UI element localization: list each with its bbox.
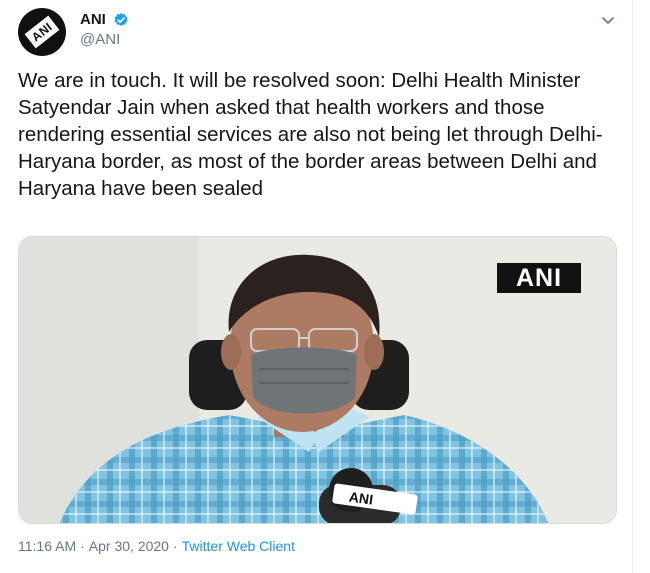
tweet-time[interactable]: 11:16 AM [18,538,76,554]
avatar-logo: ANI [24,15,60,49]
verified-badge-icon [114,13,128,26]
tweet-text: We are in touch. It will be resolved soo… [18,69,603,200]
meta-separator: · [80,538,85,554]
author-handle[interactable]: @ANI [80,31,120,48]
tweet-media-image[interactable]: ANI ANI [18,236,617,524]
tweet-date[interactable]: Apr 30, 2020 [89,538,169,554]
tweet-card: ANI ANI @ANI We are in touch. It will be… [0,0,633,573]
mic-flag-label: ANI [348,488,374,507]
ani-watermark: ANI [497,263,581,293]
chevron-down-icon[interactable] [600,12,616,28]
tweet-meta: 11:16 AM · Apr 30, 2020 · Twitter Web Client [18,538,295,554]
author-display-name[interactable]: ANI [80,11,106,28]
avatar[interactable]: ANI [18,8,66,56]
meta-separator: · [172,538,178,554]
tweet-client-link[interactable]: Twitter Web Client [182,538,295,554]
